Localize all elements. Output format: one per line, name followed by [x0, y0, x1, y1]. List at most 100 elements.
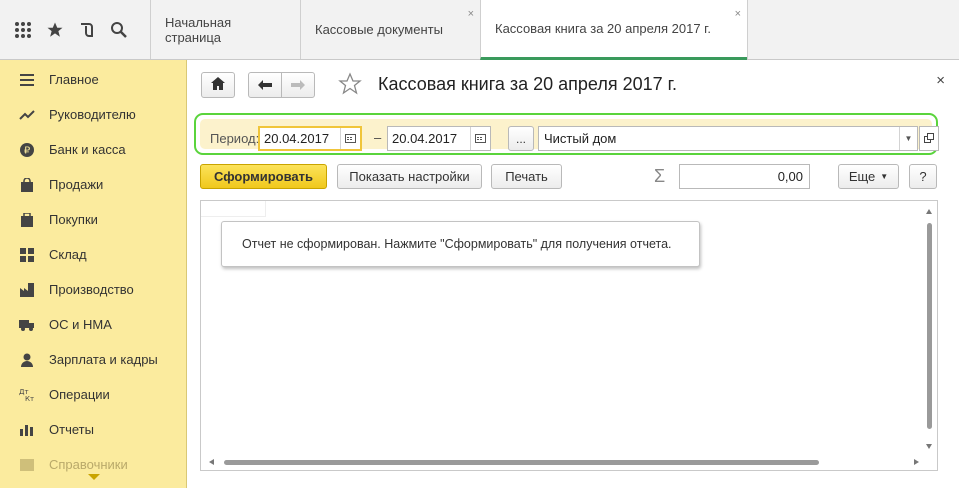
top-icons	[0, 0, 150, 60]
sidebar-item-label: Справочники	[49, 457, 128, 472]
sidebar: Главное Руководителю ₽ Банк и касса Прод…	[0, 60, 187, 488]
star-icon[interactable]	[42, 17, 68, 43]
sidebar-item-label: Склад	[49, 247, 87, 262]
sidebar-item-production[interactable]: Производство	[0, 272, 186, 307]
tab-strip: Начальная страница Кассовые документы × …	[150, 0, 748, 60]
scroll-up-icon[interactable]	[926, 209, 932, 214]
sidebar-item-label: Отчеты	[49, 422, 94, 437]
horizontal-scrollbar[interactable]	[209, 458, 919, 467]
arrow-left-icon	[258, 78, 272, 93]
sidebar-item-label: Главное	[49, 72, 99, 87]
book-icon	[18, 457, 36, 473]
scroll-down-icon[interactable]	[926, 444, 932, 449]
warehouse-icon	[18, 247, 36, 263]
horizontal-scroll-thumb[interactable]	[224, 460, 819, 465]
choose-period-button[interactable]: ...	[508, 126, 534, 151]
organization-field[interactable]: Чистый дом ▼	[538, 126, 918, 151]
svg-text:₽: ₽	[24, 145, 31, 156]
dt-kt-icon: Дт Кт	[18, 387, 36, 403]
tab-label: Кассовые документы	[315, 22, 443, 37]
shopping-bag-icon	[18, 177, 36, 193]
scroll-left-icon[interactable]	[209, 459, 214, 465]
factory-icon	[18, 282, 36, 298]
sidebar-item-sales[interactable]: Продажи	[0, 167, 186, 202]
sidebar-item-label: Продажи	[49, 177, 104, 192]
print-button[interactable]: Печать	[491, 164, 562, 189]
ruble-coin-icon: ₽	[18, 142, 36, 158]
sidebar-item-label: Руководителю	[49, 107, 136, 122]
chevron-down-icon[interactable]: ▼	[899, 127, 917, 150]
sidebar-item-label: Банк и касса	[49, 142, 126, 157]
sidebar-item-label: ОС и НМА	[49, 317, 112, 332]
back-button[interactable]	[248, 72, 282, 98]
period-label: Период:	[210, 131, 260, 146]
date-from-value: 20.04.2017	[264, 131, 330, 146]
sidebar-item-label: Покупки	[49, 212, 98, 227]
sidebar-item-reports[interactable]: Отчеты	[0, 412, 186, 447]
date-to-field[interactable]: 20.04.2017	[387, 126, 491, 151]
tab-home[interactable]: Начальная страница	[150, 0, 300, 59]
forward-button[interactable]	[281, 72, 315, 98]
trend-icon	[18, 107, 36, 123]
sidebar-item-director[interactable]: Руководителю	[0, 97, 186, 132]
report-notice: Отчет не сформирован. Нажмите "Сформиров…	[221, 221, 700, 267]
calendar-icon[interactable]	[470, 127, 490, 150]
period-dash: –	[374, 130, 382, 145]
open-organization-button[interactable]	[919, 126, 939, 151]
generate-button[interactable]: Сформировать	[200, 164, 327, 189]
search-icon[interactable]	[106, 17, 132, 43]
sidebar-item-label: Зарплата и кадры	[49, 352, 158, 367]
more-button[interactable]: Еще ▼	[838, 164, 899, 189]
organization-value: Чистый дом	[544, 131, 617, 146]
tab-label: Кассовая книга за 20 апреля 2017 г.	[495, 21, 711, 36]
svg-text:Кт: Кт	[25, 395, 34, 402]
sum-field: 0,00	[679, 164, 810, 189]
sidebar-item-operations[interactable]: Дт Кт Операции	[0, 377, 186, 412]
close-icon[interactable]: ×	[936, 72, 945, 89]
page-title: Кассовая книга за 20 апреля 2017 г.	[378, 74, 678, 94]
filter-panel: Период: 20.04.2017 – 20.04.2017 ... Чист…	[194, 113, 939, 155]
sidebar-item-main[interactable]: Главное	[0, 62, 186, 97]
vertical-scrollbar[interactable]	[925, 209, 934, 449]
arrow-right-icon	[291, 78, 305, 93]
tab-close-icon[interactable]: ×	[735, 8, 741, 20]
filter-panel-inner: Период: 20.04.2017 – 20.04.2017 ... Чист…	[200, 119, 939, 151]
tab-cash-book[interactable]: Кассовая книга за 20 апреля 2017 г. ×	[480, 0, 747, 60]
sidebar-item-fixed-assets[interactable]: ОС и НМА	[0, 307, 186, 342]
favorite-star-icon[interactable]	[338, 72, 362, 99]
main-panel: Кассовая книга за 20 апреля 2017 г. × Пе…	[188, 60, 959, 488]
sidebar-item-warehouse[interactable]: Склад	[0, 237, 186, 272]
help-button[interactable]: ?	[909, 164, 937, 189]
calendar-icon[interactable]	[340, 128, 360, 149]
sum-value: 0,00	[777, 169, 803, 184]
sigma-icon: Σ	[654, 166, 666, 186]
report-area: Отчет не сформирован. Нажмите "Сформиров…	[200, 200, 938, 471]
tab-close-icon[interactable]: ×	[468, 8, 474, 20]
sidebar-item-bank[interactable]: ₽ Банк и касса	[0, 132, 186, 167]
sidebar-item-salary[interactable]: Зарплата и кадры	[0, 342, 186, 377]
date-to-value: 20.04.2017	[392, 131, 458, 146]
report-notice-text: Отчет не сформирован. Нажмите "Сформиров…	[242, 237, 672, 251]
chevron-down-icon: ▼	[880, 172, 889, 181]
bar-chart-icon	[18, 422, 36, 438]
sidebar-item-label: Операции	[49, 387, 110, 402]
tab-cash-documents[interactable]: Кассовые документы ×	[300, 0, 480, 59]
date-from-field[interactable]: 20.04.2017	[258, 126, 362, 151]
more-label: Еще	[848, 169, 876, 184]
vertical-scroll-thumb[interactable]	[927, 223, 932, 429]
scroll-right-icon[interactable]	[914, 459, 919, 465]
apps-grid-icon[interactable]	[10, 17, 36, 43]
sidebar-scroll-down-icon[interactable]	[88, 474, 100, 480]
top-bar: Начальная страница Кассовые документы × …	[0, 0, 959, 60]
people-icon	[18, 352, 36, 368]
show-settings-button[interactable]: Показать настройки	[337, 164, 482, 189]
open-window-icon	[924, 131, 934, 146]
home-button[interactable]	[201, 72, 235, 98]
tab-label: Начальная страница	[165, 14, 232, 45]
truck-icon	[18, 317, 36, 333]
history-icon[interactable]	[74, 17, 100, 43]
home-icon	[211, 77, 225, 93]
report-header-cell	[201, 201, 266, 217]
sidebar-item-purchases[interactable]: Покупки	[0, 202, 186, 237]
menu-lines-icon	[18, 72, 36, 88]
